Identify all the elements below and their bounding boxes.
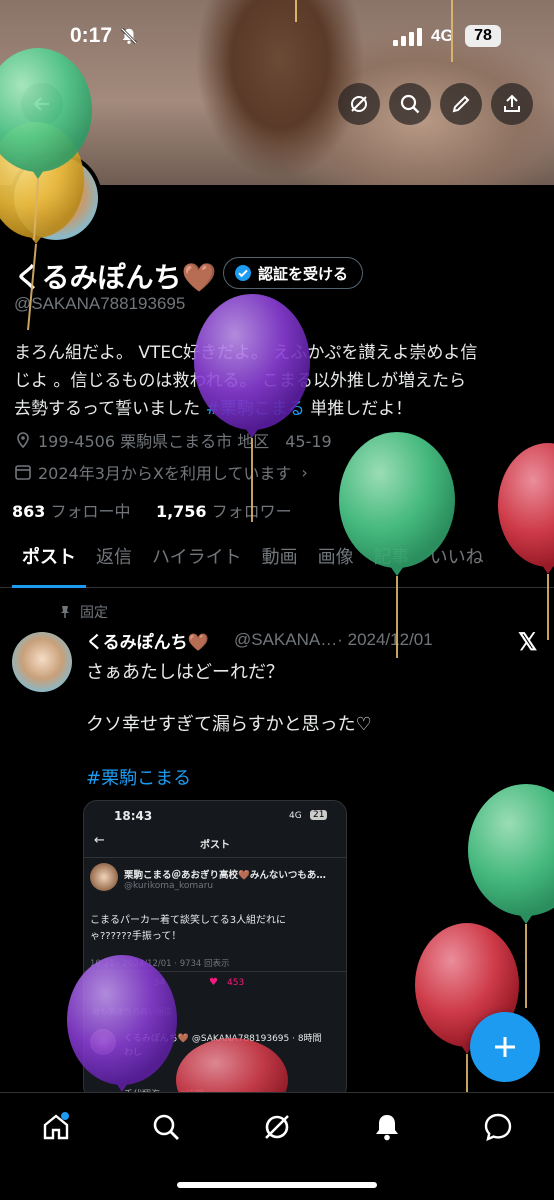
tab-likes[interactable]: いいね (420, 538, 494, 588)
pencil-icon (452, 95, 470, 113)
post-text: クソ幸せすぎて漏らすかと思った♡ (86, 714, 372, 735)
post-media-image[interactable]: 18:43 4G 21 ← ポスト 栗駒こまる＠あおぎり高校🤎みんないつもあ… … (83, 800, 347, 1100)
calendar-icon (15, 465, 31, 480)
embedded-reply-name: くるみぽんち🤎 @SAKANA788193695 · 8時間 (124, 1034, 322, 1044)
location-icon (17, 432, 29, 449)
message-icon (484, 1113, 512, 1142)
grok-button[interactable] (338, 83, 380, 125)
profile-name: くるみぽんち🤎 (14, 261, 217, 294)
pinned-indicator: 固定 (58, 602, 108, 622)
status-bar: 0:17 4G 78 (0, 0, 554, 70)
embedded-section: 最も関連性の高い返信 (92, 1007, 172, 1016)
profile-handle: @SAKANA788193695 (14, 294, 186, 313)
search-button[interactable] (389, 83, 431, 125)
following-count: 863 (12, 502, 46, 521)
tab-photos[interactable]: 画像 (308, 538, 364, 588)
grok-icon (351, 96, 367, 112)
profile-bio: まろん組だよ。 VTEC好きだよ。 えふかぷを讃えよ崇めよ信 じよ 。信じるもの… (14, 339, 544, 423)
pinned-label: 固定 (80, 605, 108, 621)
battery-indicator: 78 (465, 25, 501, 47)
tab-highlights[interactable]: ハイライト (142, 538, 252, 588)
profile-tabs: ポスト 返信 ハイライト 動画 画像 記事 いいね (0, 538, 554, 588)
bio-line: まろん組だよ。 VTEC好きだよ。 えふかぷを讃えよ崇めよ信 (14, 343, 478, 363)
embedded-reply-avatar (90, 1029, 116, 1055)
divider (84, 971, 346, 972)
embedded-meta: 10:21 · 2024/12/01 · 9734 回表示 (90, 959, 230, 969)
post-hashtag-link[interactable]: #栗駒こまる (86, 764, 191, 790)
heart-icon: ♥ (209, 977, 218, 988)
embedded-like-count: 453 (227, 978, 245, 988)
plus-icon (495, 1037, 515, 1057)
nav-messages[interactable] (482, 1111, 514, 1143)
nav-search[interactable] (150, 1111, 182, 1143)
get-verified-label: 認証を受ける (258, 264, 349, 283)
following-link[interactable]: 863 フォロー中 (12, 502, 131, 521)
signal-icon (393, 28, 422, 46)
embedded-name: 栗駒こまる＠あおぎり高校🤎みんないつもあ… (124, 870, 326, 881)
embedded-network: 4G (289, 811, 302, 821)
edit-button[interactable] (440, 83, 482, 125)
joined-text: 2024年3月からXを利用しています (38, 464, 292, 483)
embedded-battery: 21 (310, 810, 328, 820)
get-verified-button[interactable]: 認証を受ける (223, 257, 364, 289)
share-icon (504, 94, 520, 112)
post-author-meta: @SAKANA…· 2024/12/01 (234, 630, 433, 650)
bio-hashtag-link[interactable]: #栗駒こまる (206, 399, 305, 419)
follow-stats: 863 フォロー中 1,756 フォロワー (12, 498, 292, 522)
grok-icon (265, 1115, 289, 1139)
nav-grok[interactable] (261, 1111, 293, 1143)
following-label: フォロー中 (45, 502, 131, 521)
network-type: 4G (431, 26, 454, 45)
followers-link[interactable]: 1,756 フォロワー (156, 502, 292, 521)
chevron-right-icon: › (301, 462, 308, 482)
embedded-reply-count: 34 (154, 978, 166, 988)
bio-text: 去勢するって誓いました (14, 399, 206, 419)
embedded-handle: @kurikoma_komaru (124, 881, 214, 891)
embedded-text: ゃ??????手振って！ (90, 931, 182, 942)
bio-text: 単推しだよ！ (304, 399, 413, 419)
profile-location: 199-4506 栗駒県こまる市 地区 45-19 (14, 428, 332, 452)
embedded-back-icon: ← (94, 833, 105, 848)
tab-replies[interactable]: 返信 (86, 538, 142, 588)
followers-count: 1,756 (155, 502, 207, 521)
verified-badge-icon (235, 265, 251, 281)
bio-line: 去勢するって誓いました #栗駒こまる 単推しだよ！ (14, 395, 544, 423)
search-icon (153, 1114, 179, 1140)
embedded-avatar (90, 863, 118, 891)
post-author-avatar[interactable] (12, 632, 72, 692)
status-time: 0:17 (70, 24, 113, 47)
post-author-name[interactable]: くるみぽんち🤎 (86, 628, 209, 653)
bell-icon (376, 1115, 398, 1141)
compose-post-button[interactable] (470, 1012, 540, 1082)
x-logo-icon: 𝕏 (518, 629, 538, 656)
nav-notifications[interactable] (371, 1111, 403, 1143)
nav-home[interactable] (40, 1111, 72, 1143)
home-icon (43, 1112, 69, 1140)
back-arrow-icon (33, 97, 49, 111)
tab-posts[interactable]: ポスト (12, 538, 86, 588)
location-text: 199-4506 栗駒県こまる市 地区 45-19 (38, 432, 332, 451)
tab-articles[interactable]: 記事 (364, 538, 420, 588)
post-text: さぁあたしはどーれだ？ (86, 662, 284, 683)
silent-bell-icon (120, 27, 138, 45)
bio-line: じよ 。信じるものは救われる。 こまる以外推しが増えたら (14, 371, 466, 391)
share-button[interactable] (491, 83, 533, 125)
search-icon (400, 94, 420, 114)
embedded-header: ポスト (200, 840, 230, 851)
post-author-handle: @SAKANA… (234, 630, 338, 649)
balloon-green (468, 784, 554, 1008)
pin-icon (61, 606, 69, 618)
home-indicator (177, 1182, 377, 1188)
embedded-time: 18:43 (114, 809, 153, 823)
followers-label: フォロワー (206, 502, 292, 521)
post-date: · 2024/12/01 (337, 630, 433, 649)
back-button[interactable] (21, 83, 63, 125)
profile-joined[interactable]: 2024年3月からXを利用しています › (14, 460, 308, 484)
embedded-text: こまるパーカー着て談笑してる3人組だれに (90, 915, 287, 926)
embedded-reply-text: わし (124, 1048, 143, 1058)
divider (84, 857, 346, 858)
profile-avatar[interactable] (10, 152, 102, 244)
tab-videos[interactable]: 動画 (252, 538, 308, 588)
